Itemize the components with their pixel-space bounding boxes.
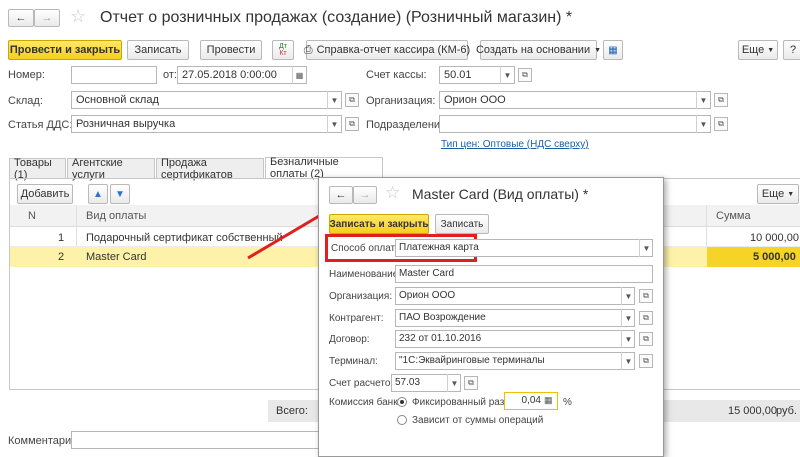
depends-label: Зависит от суммы операций (412, 415, 544, 426)
contract-field[interactable]: 232 от 01.10.2016 (395, 330, 635, 348)
settle-account-label: Счет расчетов: (329, 378, 399, 389)
pay-method-dropdown[interactable]: ▼ (639, 239, 653, 257)
commission-label: Комиссия банка: (329, 397, 407, 408)
dialog-back-button[interactable]: ← (329, 186, 353, 204)
terminal-dropdown[interactable]: ▼ (621, 352, 635, 370)
dialog-org-field[interactable]: Орион ООО (395, 287, 635, 305)
dialog-forward-button[interactable]: → (353, 186, 377, 204)
contractor-label: Контрагент: (329, 313, 384, 324)
contract-open-icon[interactable]: ⧉ (639, 332, 653, 346)
favorite-star-icon[interactable]: ☆ (385, 183, 400, 203)
pay-method-label: Способ оплаты: (331, 243, 406, 254)
arrow-left-icon: ← (335, 189, 347, 201)
dialog-save-close-button[interactable]: Записать и закрыть (329, 214, 429, 234)
settle-account-dropdown[interactable]: ▼ (447, 374, 461, 392)
dialog-save-button[interactable]: Записать (435, 214, 489, 234)
dialog-org-open-icon[interactable]: ⧉ (639, 289, 653, 303)
terminal-label: Терминал: (329, 356, 378, 367)
contract-dropdown[interactable]: ▼ (621, 330, 635, 348)
settle-account-open-icon[interactable]: ⧉ (464, 376, 478, 390)
name-field[interactable]: Master Card (395, 265, 653, 283)
contract-label: Договор: (329, 334, 370, 345)
dialog-title: Master Card (Вид оплаты) * (412, 186, 589, 202)
dialog-org-dropdown[interactable]: ▼ (621, 287, 635, 305)
calculator-icon[interactable]: ▦ (544, 395, 553, 406)
contractor-open-icon[interactable]: ⧉ (639, 311, 653, 325)
percent-label: % (563, 397, 572, 408)
terminal-field[interactable]: "1С:Эквайринговые терминалы (395, 352, 635, 370)
pay-method-field[interactable]: Платежная карта (395, 239, 653, 257)
arrow-right-icon: → (359, 189, 371, 201)
fixed-size-radio[interactable] (397, 397, 407, 407)
dialog-org-label: Организация: (329, 291, 393, 302)
payment-type-dialog: ← → ☆ Master Card (Вид оплаты) * Записат… (318, 177, 664, 457)
name-label: Наименование: (329, 269, 402, 280)
terminal-open-icon[interactable]: ⧉ (639, 354, 653, 368)
contractor-dropdown[interactable]: ▼ (621, 309, 635, 327)
depends-radio[interactable] (397, 415, 407, 425)
radio-dot (400, 400, 404, 404)
contractor-field[interactable]: ПАО Возрождение (395, 309, 635, 327)
